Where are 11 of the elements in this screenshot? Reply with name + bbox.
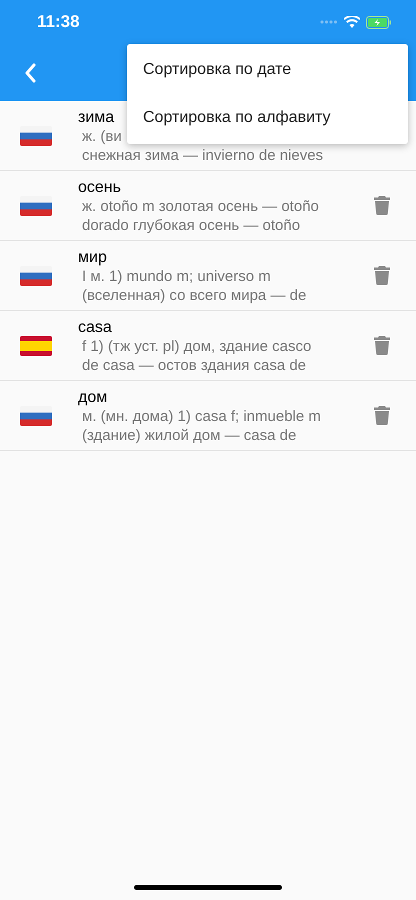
word-definition: ж. (ви снежная зима — invierno de nieves: [81, 127, 324, 165]
word-definition: ж. otoño m золотая осень — otoño dorado глубокая осень — otoño: [81, 197, 319, 235]
word-title: зима: [78, 108, 114, 127]
word-title: осень: [78, 178, 121, 197]
word-title: casa: [78, 318, 112, 337]
word-definition: I м. 1) mundo m; universo m (вселенная) со всего мира — de: [81, 267, 306, 305]
word-definition: f 1) (тж уст. pl) дом, здание casco de casa — остов здания casa de: [81, 337, 312, 375]
word-title: мир: [78, 248, 107, 267]
word-definition: м. (мн. дома) 1) casa f; inmueble m (здание) жилой дом — casa de: [81, 407, 321, 445]
word-title: дом: [78, 388, 108, 407]
status-time: 11:38: [37, 11, 80, 34]
